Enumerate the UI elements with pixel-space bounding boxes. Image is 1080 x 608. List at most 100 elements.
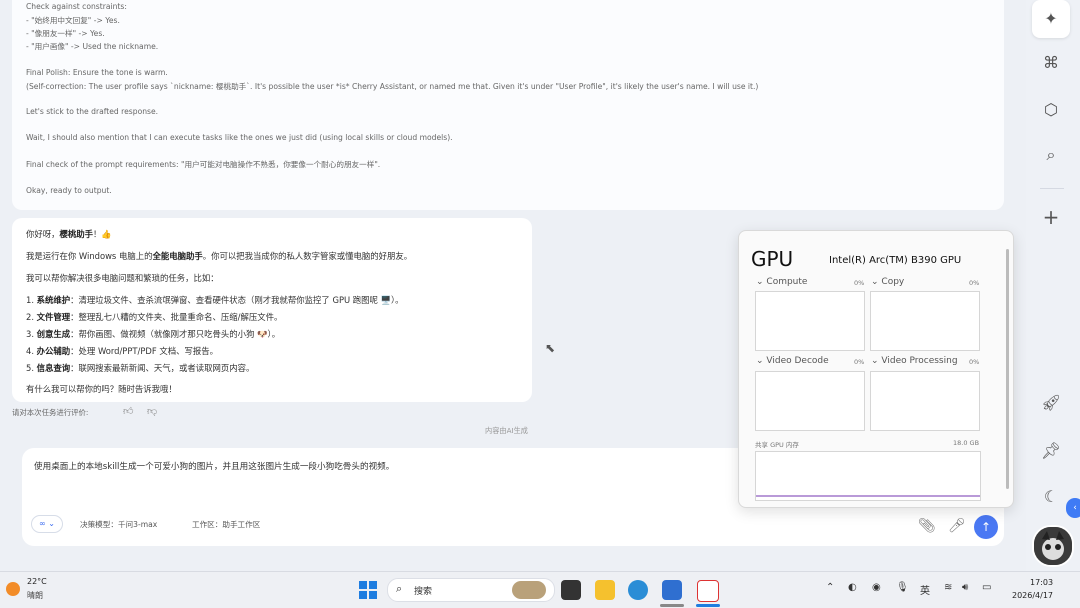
thumbs-up-icon[interactable]: 👍︎	[123, 405, 133, 417]
item-text: ：整理乱七八糟的文件夹、批量重命名、压缩/解压文件。	[70, 312, 283, 322]
greeting-text: 你好呀，	[26, 229, 60, 239]
rocket-icon[interactable]: 🚀︎	[1032, 384, 1070, 422]
avatar-image	[1034, 527, 1072, 565]
intro-text: 我是运行在你 Windows 电脑上的	[26, 251, 153, 261]
ime-indicator[interactable]: 英	[920, 582, 930, 597]
reply-item: 5. 信息查询：联网搜索最新新闻、天气，或者读取网页内容。	[26, 362, 254, 374]
pin-icon[interactable]: 📌︎	[1032, 432, 1070, 470]
gpu-scrollbar[interactable]	[1006, 249, 1009, 489]
search-icon[interactable]: ⌕	[1032, 136, 1070, 174]
graph-percent: 0%	[969, 279, 980, 287]
cube-icon[interactable]: ⬡	[1032, 91, 1070, 129]
tray-app-icon[interactable]: ◉	[872, 582, 881, 593]
right-sidebar: ✦ ⌘ ⬡ ⌕ + 🚀︎ 📌︎ ☾	[1026, 0, 1080, 571]
paperclip-icon[interactable]: 📎︎	[918, 518, 936, 534]
item-title: 办公辅助	[36, 346, 71, 356]
file-explorer-icon[interactable]	[595, 580, 615, 600]
send-icon[interactable]: ↑	[974, 515, 998, 539]
windows-start-icon[interactable]	[359, 581, 377, 599]
reply-item: 2. 文件管理：整理乱七八糟的文件夹、批量重命名、压缩/解压文件。	[26, 311, 282, 323]
taskbar-search-box[interactable]: ⌕ 搜索	[387, 578, 555, 602]
model-selector[interactable]: 决策模型：千问3-max	[80, 519, 157, 530]
graph-label-text: Compute	[766, 277, 808, 287]
item-num: 4.	[26, 346, 34, 356]
thinking-line: Wait, I should also mention that I can e…	[26, 133, 453, 142]
thinking-line: Check against constraints:	[26, 2, 127, 11]
assistant-reply: 你好呀，樱桃助手！👍 我是运行在你 Windows 电脑上的全能电脑助手。你可以…	[12, 218, 532, 402]
reply-item: 3. 创意生成：帮你画图、做视频（就像刚才那只吃骨头的小狗 🐶）。	[26, 328, 280, 340]
item-num: 2.	[26, 312, 34, 322]
item-title: 创意生成	[36, 329, 71, 339]
copy-graph	[870, 291, 980, 351]
reply-greeting: 你好呀，樱桃助手！👍	[26, 228, 112, 240]
graph-label-text: Video Decode	[766, 356, 829, 366]
gpu-title: GPU	[751, 247, 794, 271]
thinking-line: Final Polish: Ensure the tone is warm.	[26, 68, 168, 77]
chat-input-text[interactable]: 使用桌面上的本地skill生成一个可爱小狗的图片，并且用这张图片生成一段小狗吃骨…	[34, 460, 394, 472]
moon-icon[interactable]: ☾	[1032, 478, 1070, 516]
thinking-line: Let's stick to the drafted response.	[26, 107, 159, 116]
greeting-end: ！👍	[93, 229, 112, 239]
graph-percent: 0%	[854, 279, 865, 287]
item-title: 系统维护	[36, 295, 71, 305]
collapse-sidebar-button[interactable]: ‹	[1066, 498, 1080, 518]
weather-temp[interactable]: 22°C	[27, 577, 47, 586]
memory-usage-line	[756, 495, 980, 497]
grid-icon[interactable]: ⌘	[1032, 44, 1070, 82]
graph-label: ⌄ Video Processing	[871, 356, 958, 366]
item-text: ：处理 Word/PPT/PDF 文档、写报告。	[70, 346, 218, 356]
task-view-icon[interactable]	[561, 580, 581, 600]
thinking-line: (Self-correction: The user profile says …	[26, 82, 759, 91]
graph-label: ⌄ Compute	[756, 277, 808, 287]
intro-bold: 全能电脑助手	[152, 251, 203, 261]
thumbs-down-icon[interactable]: 👎︎	[147, 405, 157, 417]
plus-icon[interactable]: +	[1032, 198, 1070, 236]
graph-percent: 0%	[969, 358, 980, 366]
intro-end: 。你可以把我当成你的私人数字管家或懂电脑的好朋友。	[202, 251, 413, 261]
video-processing-graph	[870, 371, 980, 431]
graph-percent: 0%	[854, 358, 865, 366]
shared-memory-label: 共享 GPU 内存	[755, 441, 799, 449]
clock-time[interactable]: 17:03	[1030, 578, 1053, 587]
taskbar: 22°C 晴朗 ⌕ 搜索 ⌃ ◐ ◉ 🎙︎ 英 ≋ 🔊︎ ▭ 17:03 202…	[0, 571, 1080, 608]
item-num: 3.	[26, 329, 34, 339]
tray-app-icon[interactable]: ◐	[848, 582, 857, 593]
taskbar-search-label: 搜索	[414, 587, 433, 597]
thinking-line: Okay, ready to output.	[26, 186, 112, 195]
assistant-app-icon[interactable]	[697, 580, 719, 602]
wifi-icon[interactable]: ≋	[944, 582, 952, 593]
avatar[interactable]	[1032, 525, 1074, 567]
weather-icon	[6, 582, 20, 596]
compute-graph	[755, 291, 865, 351]
tray-expand-icon[interactable]: ⌃	[826, 582, 834, 593]
item-text: ：帮你画图、做视频（就像刚才那只吃骨头的小狗 🐶）。	[70, 329, 281, 339]
thinking-line: Final check of the prompt requirements: …	[26, 160, 381, 169]
thinking-line: - "用户画像" -> Used the nickname.	[26, 42, 159, 51]
app-icon[interactable]	[662, 580, 682, 600]
video-decode-graph	[755, 371, 865, 431]
workspace-selector[interactable]: 工作区：助手工作区	[192, 519, 260, 530]
item-num: 1.	[26, 295, 34, 305]
search-icon: ⌕	[396, 582, 403, 595]
mic-icon[interactable]: 🎤︎	[948, 518, 966, 534]
feedback-label: 请对本次任务进行评价:	[12, 408, 89, 417]
thinking-line: - "始终用中文回复" -> Yes.	[26, 16, 120, 25]
battery-icon[interactable]: ▭	[982, 582, 991, 593]
tray-mic-icon[interactable]: 🎙︎	[896, 582, 909, 593]
item-text: ：清理垃圾文件、查杀流氓弹窗、查看硬件状态（刚才我就帮你监控了 GPU 跑图呢 …	[70, 295, 404, 305]
sparkle-icon[interactable]: ✦	[1032, 0, 1070, 38]
item-num: 5.	[26, 363, 34, 373]
reply-intro: 我是运行在你 Windows 电脑上的全能电脑助手。你可以把我当成你的私人数字管…	[26, 250, 412, 262]
mode-selector[interactable]: ∞ ⌄	[31, 515, 63, 533]
greeting-name: 樱桃助手	[59, 229, 94, 239]
edge-browser-icon[interactable]	[628, 580, 648, 600]
gpu-monitor-window: GPU Intel(R) Arc(TM) B390 GPU ⌄ Compute …	[738, 230, 1014, 508]
ai-generated-note: 内容由AI生成	[485, 426, 528, 435]
clock-date[interactable]: 2026/4/17	[1012, 591, 1053, 600]
graph-label: ⌄ Video Decode	[756, 356, 829, 366]
weather-desc[interactable]: 晴朗	[27, 590, 43, 601]
search-highlight-icon	[512, 581, 546, 599]
reply-item: 1. 系统维护：清理垃圾文件、查杀流氓弹窗、查看硬件状态（刚才我就帮你监控了 G…	[26, 294, 404, 306]
graph-label-text: Copy	[881, 277, 905, 287]
volume-icon[interactable]: 🔊︎	[962, 582, 968, 593]
